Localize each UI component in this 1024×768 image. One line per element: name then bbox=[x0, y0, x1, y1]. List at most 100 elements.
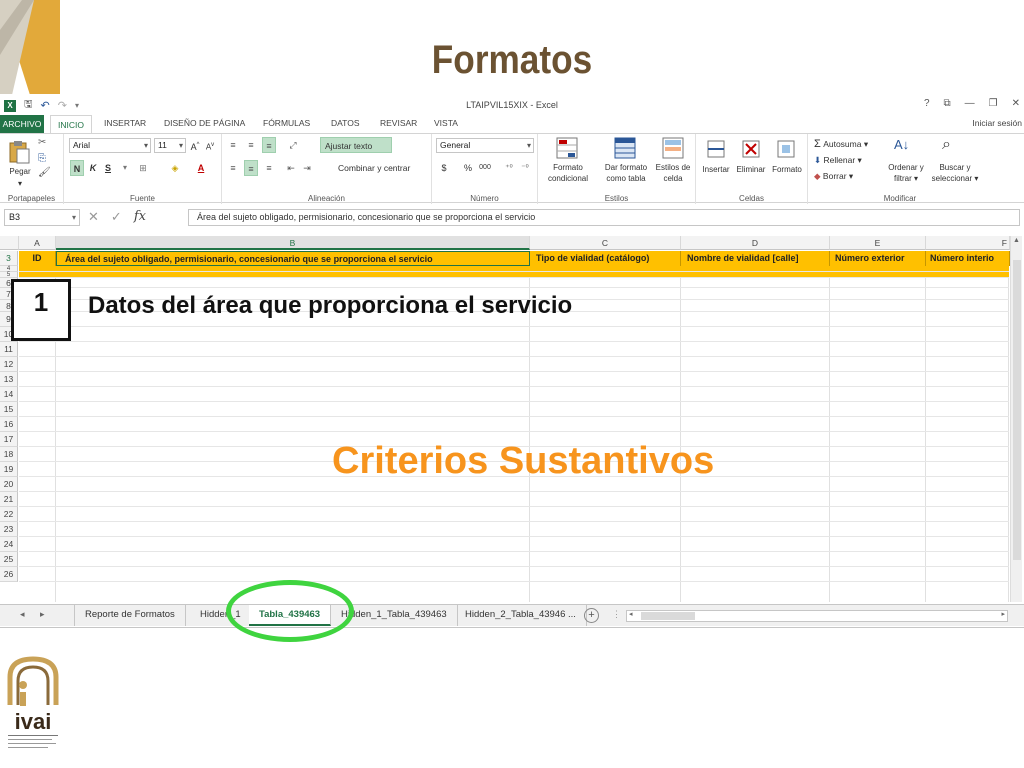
paste-icon[interactable] bbox=[8, 140, 30, 169]
tab-insertar[interactable]: INSERTAR bbox=[104, 118, 146, 128]
row-header-13[interactable]: 13 bbox=[0, 372, 18, 387]
increase-decimal-icon[interactable]: ⁺⁰ bbox=[502, 160, 516, 176]
sort-filter-icon[interactable]: A↓ bbox=[894, 137, 909, 152]
header-cell-tipo-vialidad[interactable]: Tipo de vialidad (catálogo) bbox=[530, 251, 681, 266]
align-middle-icon[interactable]: ≡ bbox=[244, 137, 258, 153]
row-header-11[interactable]: 11 bbox=[0, 342, 18, 357]
decrease-indent-icon[interactable]: ⇤ bbox=[284, 160, 298, 176]
format-cells-button[interactable]: Formato bbox=[768, 164, 806, 175]
binoculars-icon[interactable]: ⌕ bbox=[942, 136, 951, 154]
row-header-3[interactable]: 3 bbox=[0, 251, 18, 266]
row-header-21[interactable]: 21 bbox=[0, 492, 18, 507]
sheet-tab-hidden-2-tabla[interactable]: Hidden_2_Tabla_43946 ... bbox=[455, 605, 587, 626]
format-as-table-button[interactable]: Dar formato como tabla bbox=[596, 162, 656, 184]
prev-sheet-icon[interactable]: ◂ bbox=[20, 609, 25, 620]
sign-in-link[interactable]: Iniciar sesión bbox=[972, 118, 1022, 128]
name-box[interactable]: B3 bbox=[4, 209, 80, 226]
bold-button[interactable]: N bbox=[70, 160, 84, 176]
insert-cells-button[interactable]: Insertar bbox=[696, 164, 736, 175]
autosum-button[interactable]: Σ Autosuma ▾ bbox=[814, 136, 878, 152]
row-header-17[interactable]: 17 bbox=[0, 432, 18, 447]
tab-formulas[interactable]: FÓRMULAS bbox=[263, 118, 310, 128]
row-header-25[interactable]: 25 bbox=[0, 552, 18, 567]
header-cell-id[interactable]: ID bbox=[19, 251, 56, 266]
align-bottom-icon[interactable]: ≡ bbox=[262, 137, 276, 153]
decrease-font-icon[interactable]: Av bbox=[204, 137, 216, 153]
borders-icon[interactable]: ⊞ bbox=[136, 160, 150, 176]
row-header-23[interactable]: 23 bbox=[0, 522, 18, 537]
conditional-format-button[interactable]: Formato condicional bbox=[538, 162, 598, 184]
thousands-button[interactable]: 000 bbox=[478, 160, 492, 176]
row-header-24[interactable]: 24 bbox=[0, 537, 18, 552]
format-as-table-icon[interactable] bbox=[614, 137, 636, 164]
delete-cells-icon[interactable] bbox=[741, 139, 761, 164]
insert-cells-icon[interactable] bbox=[706, 139, 726, 164]
fill-color-icon[interactable]: ◈ bbox=[168, 160, 182, 176]
font-name-combo[interactable]: Arial bbox=[69, 138, 151, 153]
format-painter-icon[interactable]: 🖌 bbox=[38, 167, 51, 178]
help-icon[interactable]: ? bbox=[924, 98, 930, 109]
column-header-f[interactable]: F bbox=[926, 236, 1010, 250]
vertical-scroll-thumb[interactable] bbox=[1013, 260, 1021, 560]
add-sheet-icon[interactable]: + bbox=[584, 608, 599, 623]
font-color-icon[interactable]: A bbox=[194, 160, 208, 176]
orientation-icon[interactable]: ⤢ bbox=[284, 137, 302, 153]
row-header-14[interactable]: 14 bbox=[0, 387, 18, 402]
column-header-b[interactable]: B bbox=[56, 236, 530, 250]
tab-revisar[interactable]: REVISAR bbox=[380, 118, 417, 128]
ribbon-display-icon[interactable]: ⧉ bbox=[944, 98, 951, 109]
underline-dropdown-icon[interactable]: ▾ bbox=[120, 160, 130, 176]
tab-datos[interactable]: DATOS bbox=[331, 118, 360, 128]
column-header-a[interactable]: A bbox=[19, 236, 56, 250]
column-header-e[interactable]: E bbox=[830, 236, 926, 250]
tab-diseno-pagina[interactable]: DISEÑO DE PÁGINA bbox=[164, 118, 245, 128]
align-right-icon[interactable]: ≡ bbox=[262, 160, 276, 176]
cut-icon[interactable]: ✂ bbox=[38, 137, 46, 148]
column-header-d[interactable]: D bbox=[681, 236, 830, 250]
cell-styles-icon[interactable] bbox=[662, 137, 684, 164]
tab-vista[interactable]: VISTA bbox=[434, 118, 458, 128]
scroll-left-icon[interactable]: ◂ bbox=[629, 610, 633, 618]
increase-indent-icon[interactable]: ⇥ bbox=[300, 160, 314, 176]
format-cells-icon[interactable] bbox=[776, 139, 796, 164]
find-select-button[interactable]: Buscar y seleccionar ▾ bbox=[926, 162, 984, 184]
decrease-decimal-icon[interactable]: ⁻⁰ bbox=[518, 160, 532, 176]
row-header-12[interactable]: 12 bbox=[0, 357, 18, 372]
fill-button[interactable]: ⬇ Rellenar ▾ bbox=[814, 152, 878, 168]
sheet-tab-reporte[interactable]: Reporte de Formatos bbox=[74, 605, 186, 626]
delete-cells-button[interactable]: Eliminar bbox=[732, 164, 770, 175]
next-sheet-icon[interactable]: ▸ bbox=[40, 609, 45, 620]
sort-filter-button[interactable]: Ordenar y filtrar ▾ bbox=[884, 162, 928, 184]
align-top-icon[interactable]: ≡ bbox=[226, 137, 240, 153]
cancel-entry-icon[interactable]: ✕ bbox=[88, 209, 99, 225]
insert-function-icon[interactable]: fx bbox=[134, 209, 146, 225]
formula-input[interactable]: Área del sujeto obligado, permisionario,… bbox=[188, 209, 1020, 226]
wrap-text-button[interactable]: Ajustar texto bbox=[320, 137, 392, 153]
close-icon[interactable]: ✕ bbox=[1012, 98, 1020, 109]
currency-button[interactable]: $ bbox=[438, 160, 450, 176]
header-cell-area[interactable]: Área del sujeto obligado, permisionario,… bbox=[56, 251, 530, 266]
row-header-22[interactable]: 22 bbox=[0, 507, 18, 522]
paste-button[interactable]: Pegar bbox=[6, 166, 34, 177]
horizontal-scroll-thumb[interactable] bbox=[641, 612, 695, 620]
percent-button[interactable]: % bbox=[462, 160, 474, 176]
header-cell-numero-exterior[interactable]: Número exterior bbox=[830, 251, 926, 266]
merge-center-button[interactable]: Combinar y centrar bbox=[320, 160, 430, 176]
copy-icon[interactable]: ⎘ bbox=[38, 153, 46, 164]
font-size-combo[interactable]: 11 bbox=[154, 138, 186, 153]
align-left-icon[interactable]: ≡ bbox=[226, 160, 240, 176]
tab-split-handle-icon[interactable]: ⋮ bbox=[612, 609, 621, 620]
row-header-20[interactable]: 20 bbox=[0, 477, 18, 492]
increase-font-icon[interactable]: A^ bbox=[189, 137, 201, 153]
tab-inicio[interactable]: INICIO bbox=[50, 115, 92, 134]
horizontal-scrollbar[interactable]: ◂ ▸ bbox=[626, 610, 1008, 622]
paste-dropdown-icon[interactable]: ▾ bbox=[10, 178, 30, 189]
tab-archivo[interactable]: ARCHIVO bbox=[0, 115, 44, 133]
confirm-entry-icon[interactable]: ✓ bbox=[111, 209, 122, 225]
minimize-icon[interactable]: — bbox=[965, 98, 975, 109]
row-header-18[interactable]: 18 bbox=[0, 447, 18, 462]
conditional-format-icon[interactable] bbox=[556, 137, 578, 164]
scroll-right-icon[interactable]: ▸ bbox=[1001, 610, 1005, 618]
underline-button[interactable]: S bbox=[102, 160, 114, 176]
column-header-c[interactable]: C bbox=[530, 236, 681, 250]
